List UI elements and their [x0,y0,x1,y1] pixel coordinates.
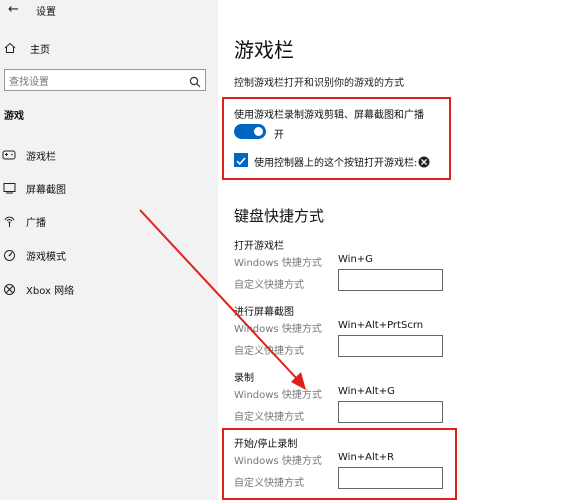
annotation-arrow [139,209,306,390]
